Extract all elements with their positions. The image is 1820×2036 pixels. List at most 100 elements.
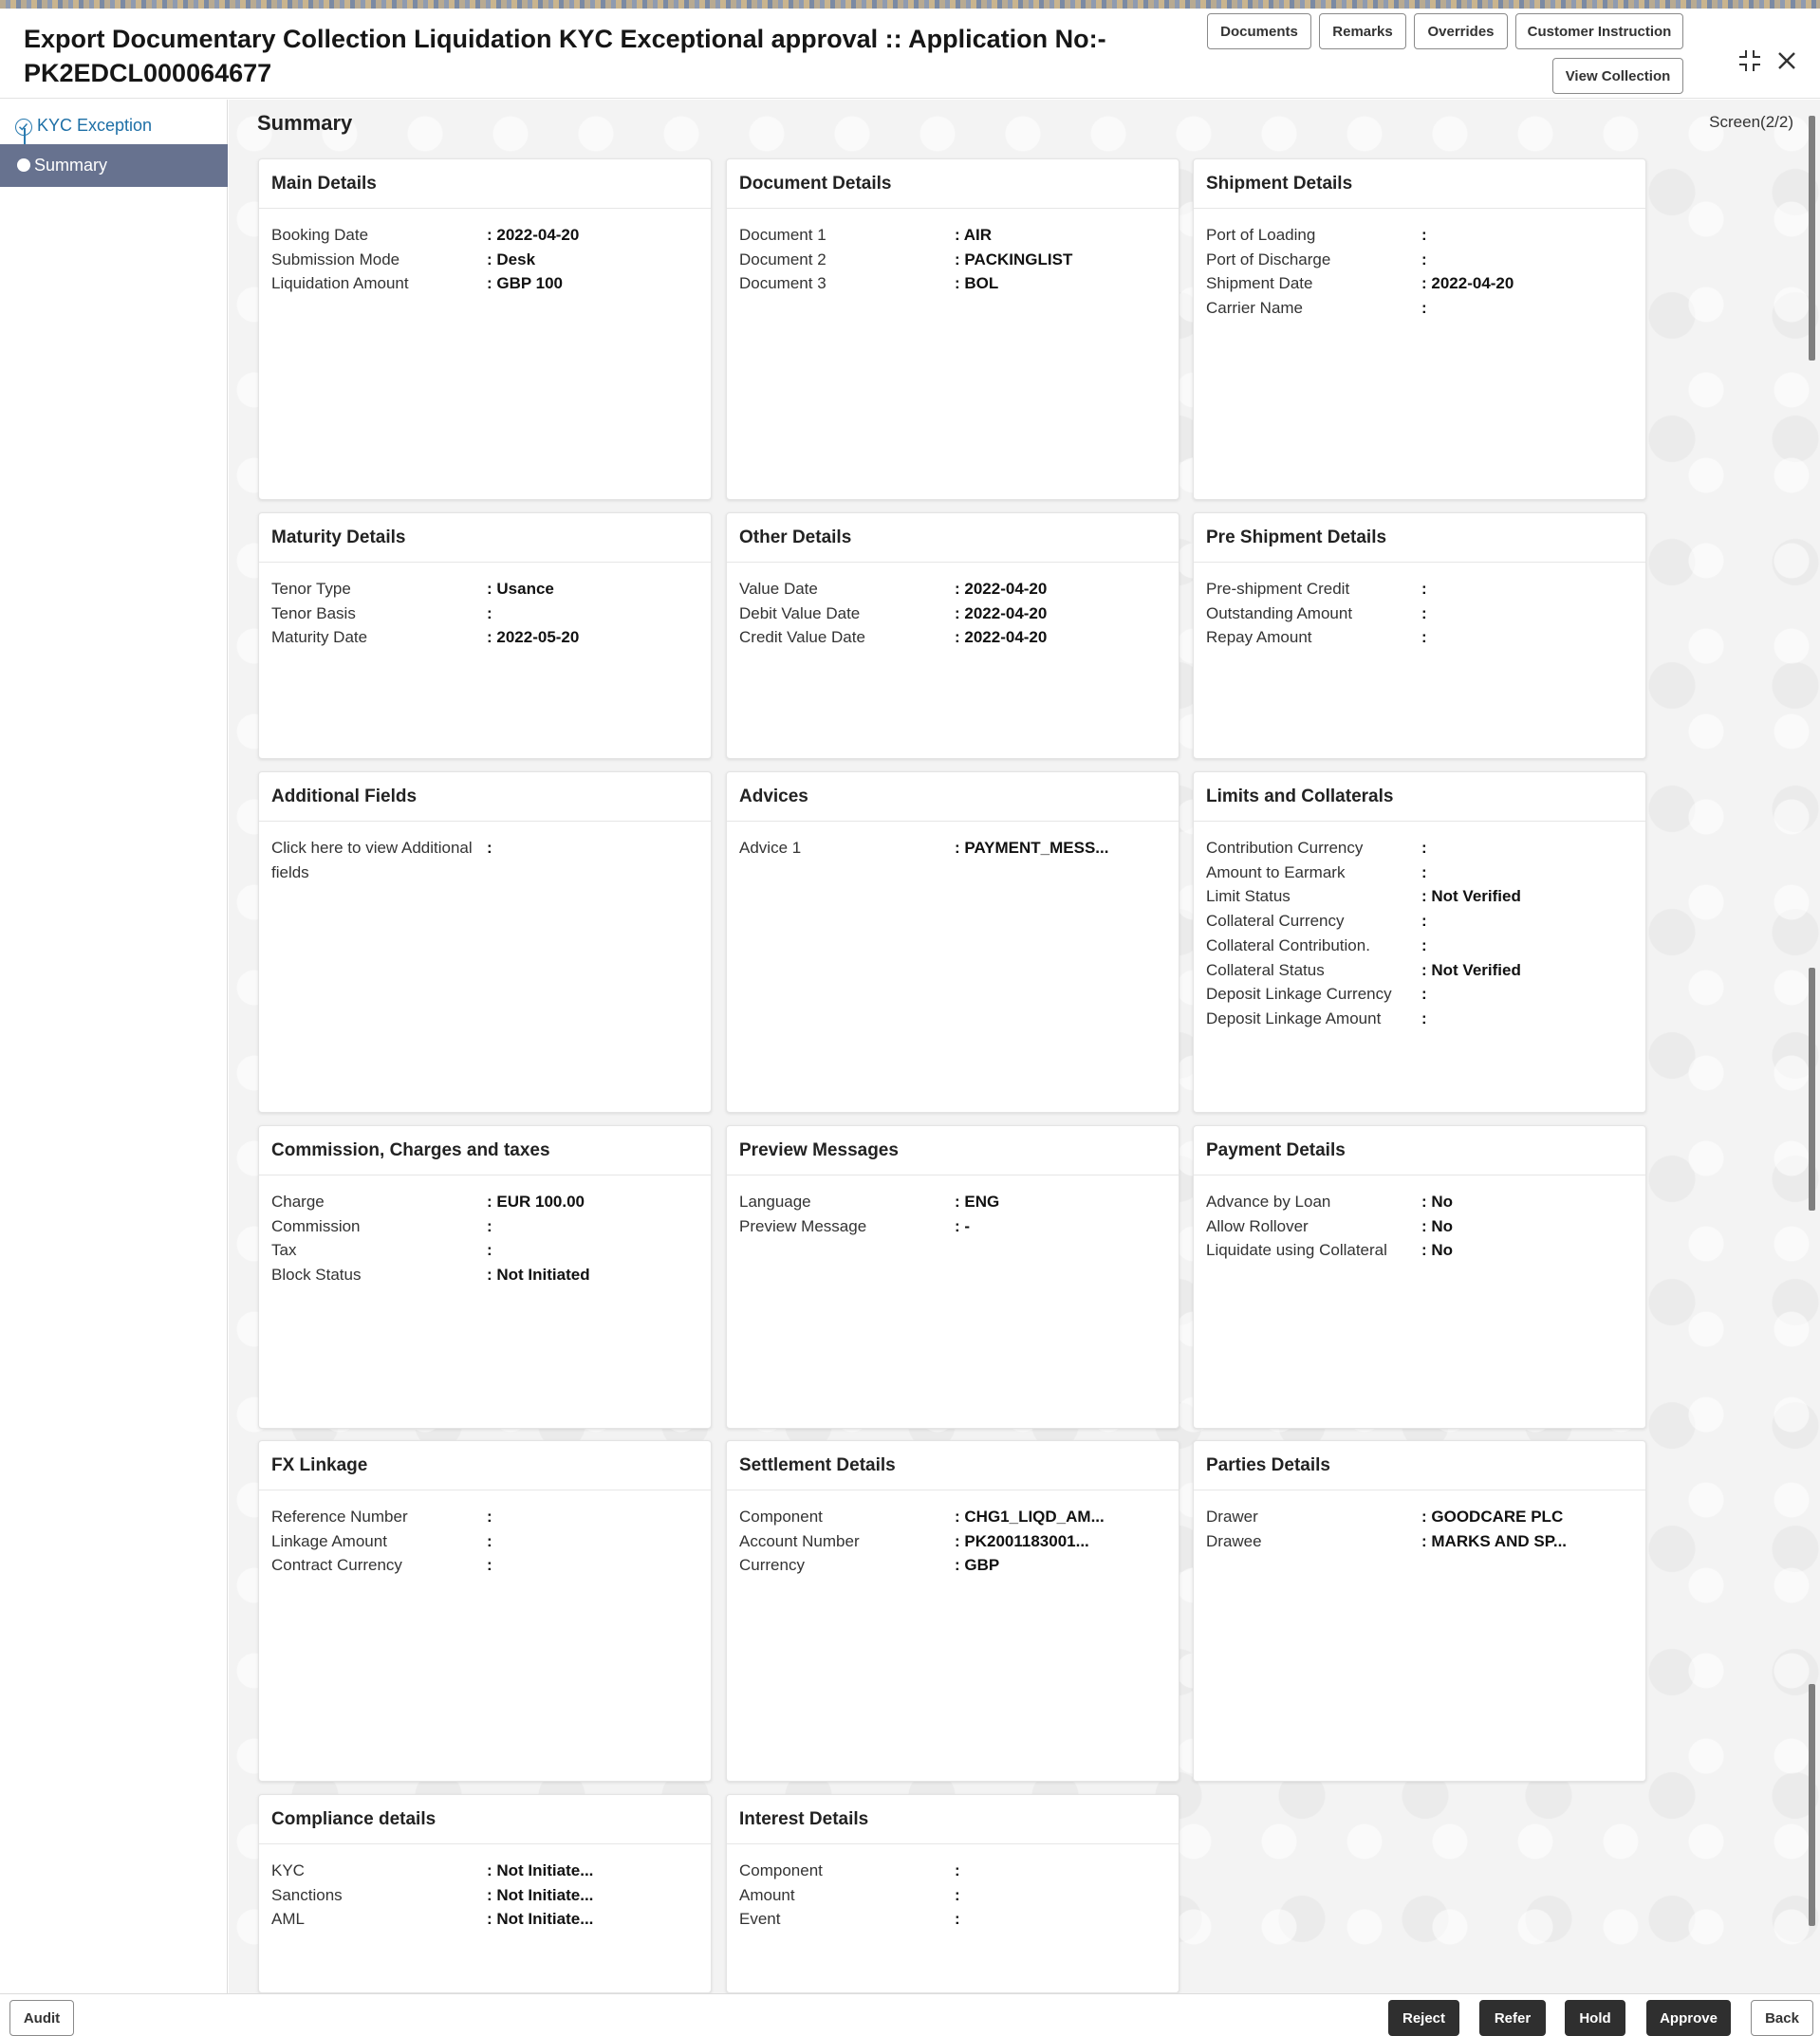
field-row: Tenor Type: Usance <box>271 577 698 602</box>
field-value: : <box>487 603 492 622</box>
field-row: Carrier Name: <box>1206 296 1633 321</box>
card-fields: KYC: Not Initiate... Sanctions: Not Initi… <box>259 1844 711 1932</box>
main-details-card: Main Details Booking Date: 2022-04-20 Subm… <box>258 158 712 500</box>
card-fields: Value Date: 2022-04-20 Debit Value Date : … <box>727 563 1179 650</box>
customer-instruction-button[interactable]: Customer Instruction <box>1515 13 1683 49</box>
field-label: AML <box>271 1910 305 1929</box>
field-value: : <box>487 839 492 857</box>
field-label: Maturity Date <box>271 628 368 647</box>
field-value: : <box>1421 912 1427 931</box>
field-row: Tax: <box>271 1238 698 1263</box>
field-row: Collateral Status: Not Verified <box>1206 958 1633 983</box>
card-fields: Tenor Type: Usance Tenor Basis: Maturity D… <box>259 563 711 650</box>
card-title: Advices <box>727 772 1179 822</box>
view-collection-button[interactable]: View Collection <box>1552 58 1683 94</box>
card-title: Limits and Collaterals <box>1194 772 1645 822</box>
field-label: Liquidate using Collateral <box>1206 1241 1387 1260</box>
field-value: : PAYMENT_MESS... <box>955 839 1109 857</box>
field-value: : No <box>1421 1216 1454 1235</box>
field-row: Sanctions: Not Initiate... <box>271 1883 698 1908</box>
field-row: Event: <box>739 1907 1166 1932</box>
card-title: FX Linkage <box>259 1441 711 1490</box>
card-title: Other Details <box>727 513 1179 563</box>
field-row: Account Number: PK2001183001... <box>739 1529 1166 1554</box>
scrollbar-thumb[interactable] <box>1809 968 1815 1211</box>
field-row: Port of Loading: <box>1206 223 1633 248</box>
top-decorative-strip <box>0 0 1820 9</box>
field-row: Language: ENG <box>739 1190 1166 1214</box>
field-label: Advance by Loan <box>1206 1193 1331 1211</box>
field-label: Advice 1 <box>739 839 802 857</box>
scrollbar-thumb[interactable] <box>1809 1684 1815 1926</box>
minimize-icon[interactable] <box>1736 46 1764 75</box>
field-row: Drawer: GOODCARE PLC <box>1206 1505 1633 1529</box>
hold-button[interactable]: Hold <box>1565 2000 1625 2036</box>
sidebar-step-summary[interactable]: Summary <box>0 144 228 187</box>
card-fields: Charge: EUR 100.00 Commission: Tax: Block S… <box>259 1175 711 1287</box>
field-row: Booking Date: 2022-04-20 <box>271 223 698 248</box>
field-row: Collateral Currency: <box>1206 909 1633 934</box>
field-row: Maturity Date: 2022-05-20 <box>271 625 698 650</box>
field-value: : <box>1421 1009 1427 1027</box>
field-label: Collateral Currency <box>1206 912 1345 931</box>
field-row: Limit Status: Not Verified <box>1206 884 1633 909</box>
field-label: Debit Value Date <box>739 603 861 622</box>
field-row: Drawee: MARKS AND SP... <box>1206 1529 1633 1554</box>
limits-and-collaterals-card: Limits and Collaterals Contribution Curre… <box>1193 771 1646 1113</box>
back-button[interactable]: Back <box>1751 2000 1813 2036</box>
card-title: Main Details <box>259 159 711 209</box>
field-label: Repay Amount <box>1206 628 1312 647</box>
field-value: : PK2001183001... <box>955 1531 1089 1550</box>
field-label: Limit Status <box>1206 887 1291 906</box>
field-label[interactable]: Click here to view Additional fields <box>271 836 487 884</box>
card-fields: Booking Date: 2022-04-20 Submission Mode:… <box>259 209 711 296</box>
field-value: : 2022-04-20 <box>955 628 1048 647</box>
field-label: Outstanding Amount <box>1206 603 1353 622</box>
field-value: : AIR <box>955 226 993 244</box>
field-row: Click here to view Additional fields: <box>271 836 698 884</box>
field-label: Booking Date <box>271 226 369 244</box>
field-label: Event <box>739 1910 781 1929</box>
page-header: Export Documentary Collection Liquidatio… <box>0 9 1820 99</box>
card-title: Settlement Details <box>727 1441 1179 1490</box>
remarks-button[interactable]: Remarks <box>1319 13 1406 49</box>
field-row: Contract Currency: <box>271 1553 698 1578</box>
field-value: : BOL <box>955 274 999 293</box>
field-label: Collateral Contribution. <box>1206 935 1370 954</box>
field-label: Drawee <box>1206 1531 1262 1550</box>
field-value: : <box>1421 985 1427 1004</box>
parties-details-card: Parties Details Drawer: GOODCARE PLC Drawe… <box>1193 1440 1646 1782</box>
sidebar-step-kyc-exception[interactable]: KYC Exception <box>0 107 228 139</box>
field-label: Pre-shipment Credit <box>1206 580 1350 598</box>
audit-button[interactable]: Audit <box>9 2000 74 2036</box>
card-title: Maturity Details <box>259 513 711 563</box>
field-value: : <box>487 1241 492 1260</box>
other-details-card: Other Details Value Date: 2022-04-20 Debit… <box>726 512 1179 759</box>
shipment-details-card: Shipment Details Port of Loading: Port of … <box>1193 158 1646 500</box>
field-row: Outstanding Amount: <box>1206 602 1633 626</box>
refer-button[interactable]: Refer <box>1479 2000 1546 2036</box>
field-value: : <box>955 1910 960 1929</box>
field-row: Value Date: 2022-04-20 <box>739 577 1166 602</box>
field-label: Linkage Amount <box>271 1531 387 1550</box>
approve-button[interactable]: Approve <box>1646 2000 1731 2036</box>
documents-button[interactable]: Documents <box>1207 13 1311 49</box>
sidebar-step-label: KYC Exception <box>37 116 153 135</box>
field-label: Amount <box>739 1885 795 1904</box>
field-row: Deposit Linkage Amount: <box>1206 1007 1633 1031</box>
overrides-button[interactable]: Overrides <box>1414 13 1508 49</box>
field-row: Submission Mode: Desk <box>271 248 698 272</box>
field-label: Liquidation Amount <box>271 274 409 293</box>
field-row: Liquidate using Collateral: No <box>1206 1238 1633 1263</box>
reject-button[interactable]: Reject <box>1388 2000 1459 2036</box>
field-value: : 2022-04-20 <box>955 580 1048 598</box>
screen-indicator: Screen(2/2) <box>1709 113 1793 131</box>
field-label: Drawer <box>1206 1508 1258 1526</box>
field-value: : <box>1421 628 1427 647</box>
field-label: Reference Number <box>271 1508 408 1526</box>
scrollbar-thumb[interactable] <box>1809 116 1815 361</box>
field-value: : <box>1421 839 1427 857</box>
close-icon[interactable] <box>1773 46 1801 75</box>
field-value: : <box>487 1556 492 1575</box>
field-row: Contribution Currency: <box>1206 836 1633 861</box>
